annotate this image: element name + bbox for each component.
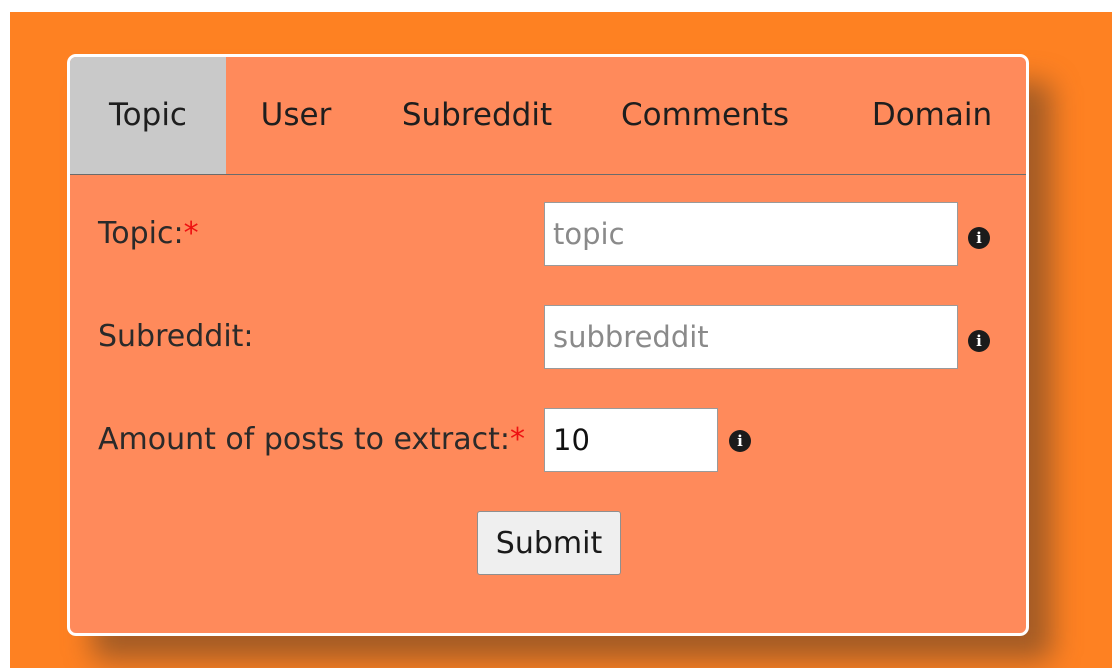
tab-domain[interactable]: Domain xyxy=(856,57,1008,174)
info-circle-icon[interactable]: i xyxy=(968,227,990,249)
required-marker: * xyxy=(183,216,199,251)
info-circle-icon[interactable]: i xyxy=(729,430,751,452)
tab-subreddit[interactable]: Subreddit xyxy=(388,57,566,174)
amount-label-text: Amount of posts to extract: xyxy=(98,422,511,457)
top-border-strip xyxy=(0,0,1112,12)
amount-input[interactable] xyxy=(544,408,718,472)
topic-label: Topic:* xyxy=(98,216,199,251)
subreddit-label: Subreddit: xyxy=(98,319,254,354)
search-form-card: Topic User Subreddit Comments Domain Top… xyxy=(67,54,1029,636)
left-border-strip xyxy=(0,0,10,668)
info-circle-icon[interactable]: i xyxy=(968,330,990,352)
tab-user[interactable]: User xyxy=(246,57,346,174)
subreddit-label-text: Subreddit: xyxy=(98,319,254,354)
amount-label: Amount of posts to extract:* xyxy=(98,422,525,457)
required-marker: * xyxy=(510,422,526,457)
subreddit-input[interactable] xyxy=(544,305,958,369)
submit-button[interactable]: Submit xyxy=(477,511,621,575)
topic-input[interactable] xyxy=(544,202,958,266)
tab-bar: Topic User Subreddit Comments Domain xyxy=(70,57,1026,175)
tab-comments[interactable]: Comments xyxy=(610,57,800,174)
topic-label-text: Topic: xyxy=(98,216,184,251)
tab-topic[interactable]: Topic xyxy=(70,57,226,174)
